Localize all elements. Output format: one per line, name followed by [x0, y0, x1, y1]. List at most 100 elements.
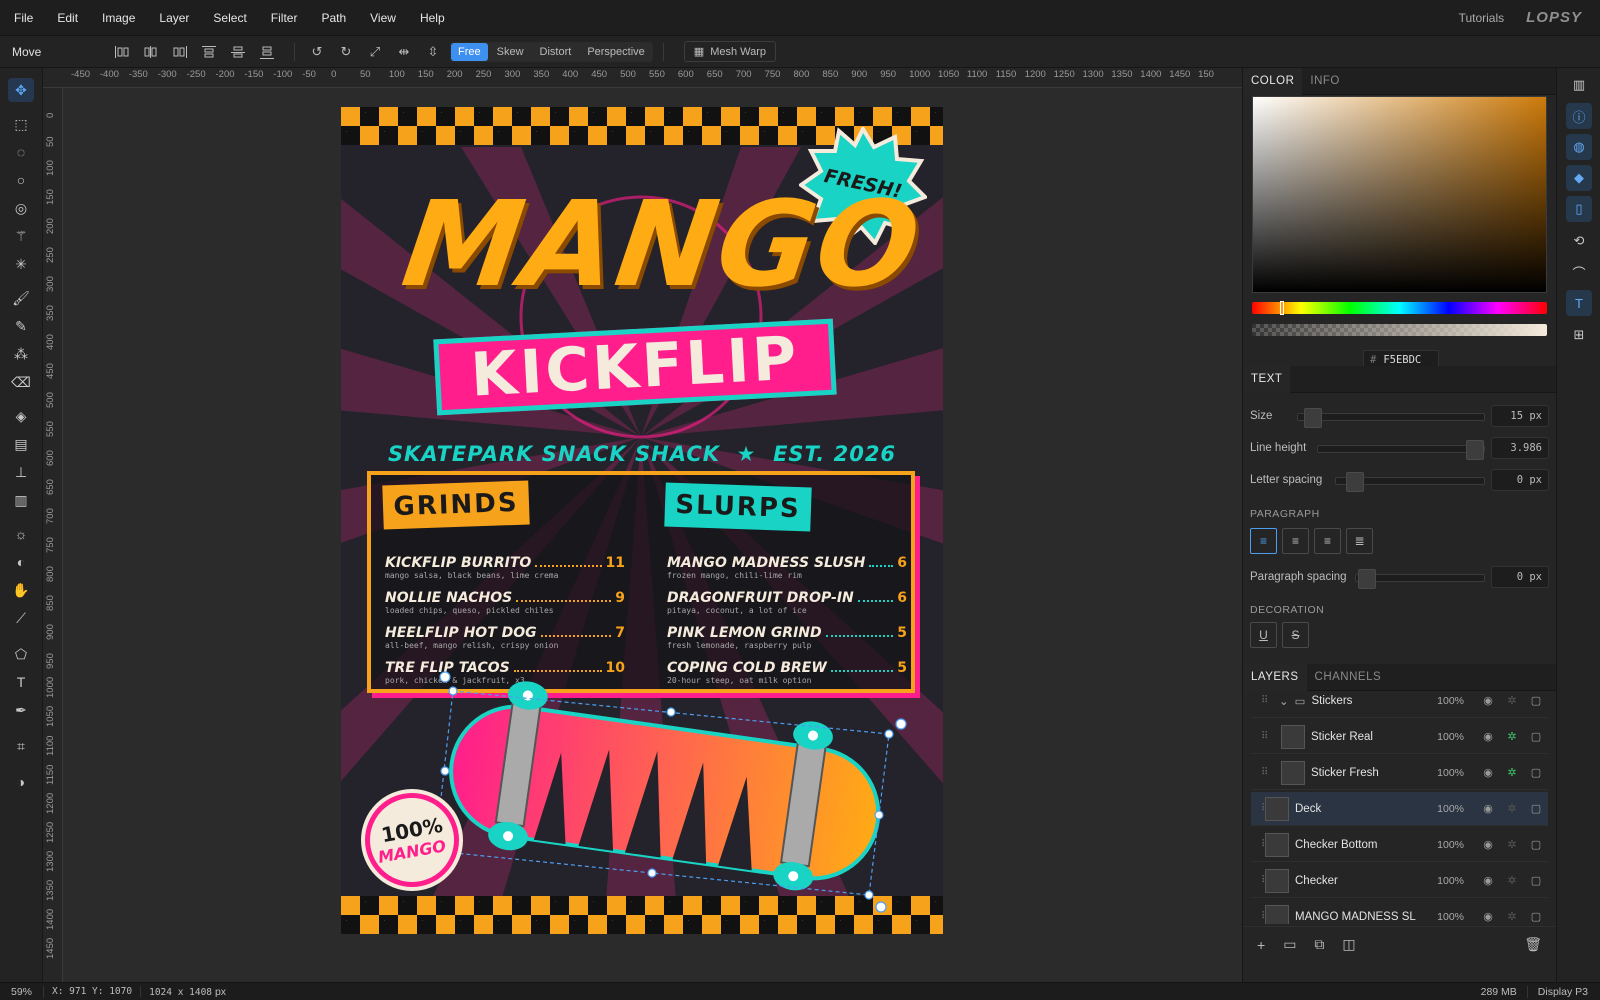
eyedropper-icon[interactable]: ⟋	[8, 606, 34, 630]
pattern-icon[interactable]: ▥	[8, 488, 34, 512]
menu-help[interactable]: Help	[406, 11, 455, 25]
tab-layers[interactable]: LAYERS	[1243, 663, 1307, 691]
size-slider[interactable]	[1297, 408, 1485, 428]
mode-skew-button[interactable]: Skew	[490, 43, 531, 61]
poster-artboard[interactable]: FRESH! MANGO KICKFLIP SKATEPARK SNACK SH…	[341, 107, 943, 934]
strikethrough-button[interactable]: S	[1282, 622, 1309, 648]
eye-icon[interactable]: ◉	[1476, 910, 1500, 923]
chevron-down-icon[interactable]: ⌄	[1279, 694, 1289, 708]
letter-spacing-slider[interactable]	[1335, 472, 1485, 492]
line-height-input[interactable]: 3.986	[1491, 437, 1549, 459]
dodge-icon[interactable]: ☼	[8, 522, 34, 546]
info-icon[interactable]: ⓘ	[1566, 103, 1592, 129]
align-bottom-icon[interactable]	[255, 42, 279, 62]
layer-opacity[interactable]: 100%	[1426, 731, 1464, 743]
expand-icon[interactable]: ⤢	[363, 42, 387, 62]
sticker-real[interactable]: 100% MANGO	[365, 793, 459, 887]
eye-icon[interactable]: ◉	[1476, 874, 1500, 887]
mesh-warp-button[interactable]: ▦ Mesh Warp	[683, 41, 777, 62]
layers-icon[interactable]: ◆	[1566, 165, 1592, 191]
rotate-ccw-icon[interactable]: ↺	[305, 42, 329, 62]
lock-icon[interactable]: ▢	[1524, 694, 1548, 707]
tab-color[interactable]: COLOR	[1243, 67, 1303, 95]
brush-icon[interactable]: 🖌	[8, 286, 34, 310]
tab-info[interactable]: INFO	[1302, 68, 1347, 95]
menu-view[interactable]: View	[356, 11, 406, 25]
zoom-level[interactable]: 59%	[0, 985, 44, 998]
lock-icon[interactable]: ▢	[1524, 874, 1548, 887]
bucket-icon[interactable]: ◈	[8, 404, 34, 428]
new-group-icon[interactable]: ▭	[1283, 936, 1296, 953]
rotate-cw-icon[interactable]: ↻	[334, 42, 358, 62]
layer-opacity[interactable]: 100%	[1426, 875, 1464, 887]
size-slider-handle[interactable]	[1304, 408, 1322, 428]
menu-edit[interactable]: Edit	[43, 11, 88, 25]
eye-icon[interactable]: ◉	[1476, 802, 1500, 815]
layer-row[interactable]: ⠿ Checker Bottom100% ◉✲▢	[1251, 828, 1548, 862]
layer-opacity[interactable]: 100%	[1426, 839, 1464, 851]
ellipse-select-icon[interactable]: ◌	[8, 140, 34, 164]
eraser-icon[interactable]: ⌫	[8, 370, 34, 394]
flip-horizontal-icon[interactable]: ⇹	[392, 42, 416, 62]
ai-image-icon[interactable]: ⊞	[1566, 322, 1592, 348]
lock-icon[interactable]: ▢	[1524, 802, 1548, 815]
layer-name[interactable]: Checker	[1295, 875, 1426, 887]
fx-icon[interactable]: ✲	[1500, 730, 1524, 743]
channels-icon[interactable]: ▯	[1566, 196, 1592, 222]
hand-icon[interactable]: ✋	[8, 578, 34, 602]
mode-free-button[interactable]: Free	[451, 42, 488, 61]
lock-icon[interactable]: ▢	[1524, 730, 1548, 743]
drag-handle-icon[interactable]: ⠿	[1251, 875, 1268, 886]
gradient-icon[interactable]: ▤	[8, 432, 34, 456]
canvas-area[interactable]: FRESH! MANGO KICKFLIP SKATEPARK SNACK SH…	[63, 88, 1242, 982]
lock-icon[interactable]: ▢	[1524, 838, 1548, 851]
drag-handle-icon[interactable]: ⠿	[1251, 767, 1281, 778]
menu-filter[interactable]: Filter	[257, 11, 308, 25]
stamp-icon[interactable]: ⊥	[8, 460, 34, 484]
size-input[interactable]: 15 px	[1491, 405, 1549, 427]
menu-select[interactable]: Select	[199, 11, 256, 25]
fx-icon[interactable]: ✲	[1500, 766, 1524, 779]
map-icon[interactable]: ▥	[1566, 72, 1592, 98]
menu-layer[interactable]: Layer	[145, 11, 199, 25]
move-tool-icon[interactable]: ✥	[8, 78, 34, 102]
pencil-icon[interactable]: ✎	[8, 314, 34, 338]
layer-row[interactable]: ⠿ Sticker Fresh 100% ◉ ✲ ▢	[1251, 756, 1548, 790]
mode-perspective-button[interactable]: Perspective	[580, 43, 651, 61]
align-right-text-icon[interactable]: ≡	[1314, 528, 1341, 554]
flip-vertical-icon[interactable]: ⇳	[421, 42, 445, 62]
hue-handle[interactable]	[1280, 301, 1284, 315]
paragraph-spacing-handle[interactable]	[1358, 569, 1376, 589]
path-icon[interactable]: ⌒	[1566, 259, 1592, 285]
pen-icon[interactable]: ✒	[8, 698, 34, 722]
fx-icon[interactable]: ✲	[1500, 802, 1524, 815]
eye-icon[interactable]: ◉	[1476, 730, 1500, 743]
mode-distort-button[interactable]: Distort	[533, 43, 579, 61]
layer-row[interactable]: ⠿ Sticker Real 100% ◉ ✲ ▢	[1251, 720, 1548, 754]
align-left-icon[interactable]	[110, 42, 134, 62]
layer-row[interactable]: ⠿ ⌄ ▭ Stickers 100% ◉ ✲ ▢	[1251, 692, 1548, 718]
align-center-text-icon[interactable]: ≡	[1282, 528, 1309, 554]
layer-opacity[interactable]: 100%	[1426, 767, 1464, 779]
drag-handle-icon[interactable]: ⠿	[1251, 695, 1279, 706]
fx-icon[interactable]: ✲	[1500, 694, 1524, 707]
menu-image[interactable]: Image	[88, 11, 145, 25]
letter-spacing-input[interactable]: 0 px	[1491, 469, 1549, 491]
eye-icon[interactable]: ◉	[1476, 694, 1500, 707]
spray-icon[interactable]: ⁂	[8, 342, 34, 366]
align-center-h-icon[interactable]	[139, 42, 163, 62]
fx-icon[interactable]: ✲	[1500, 910, 1524, 923]
layer-row[interactable]: ⠿ Checker100% ◉✲▢	[1251, 864, 1548, 898]
add-layer-icon[interactable]: +	[1257, 937, 1265, 953]
layer-opacity[interactable]: 100%	[1426, 695, 1464, 707]
crop-icon[interactable]: ⌗	[8, 734, 34, 758]
line-height-slider[interactable]	[1317, 440, 1485, 460]
menu-file[interactable]: File	[0, 11, 43, 25]
drag-handle-icon[interactable]: ⠿	[1251, 803, 1268, 814]
quick-select-icon[interactable]: ✳	[8, 252, 34, 276]
layer-name[interactable]: Sticker Real	[1311, 731, 1426, 743]
align-middle-icon[interactable]	[226, 42, 250, 62]
trash-icon[interactable]: 🗑	[1524, 936, 1542, 953]
drag-handle-icon[interactable]: ⠿	[1251, 731, 1281, 742]
layer-name[interactable]: Stickers	[1312, 695, 1426, 707]
